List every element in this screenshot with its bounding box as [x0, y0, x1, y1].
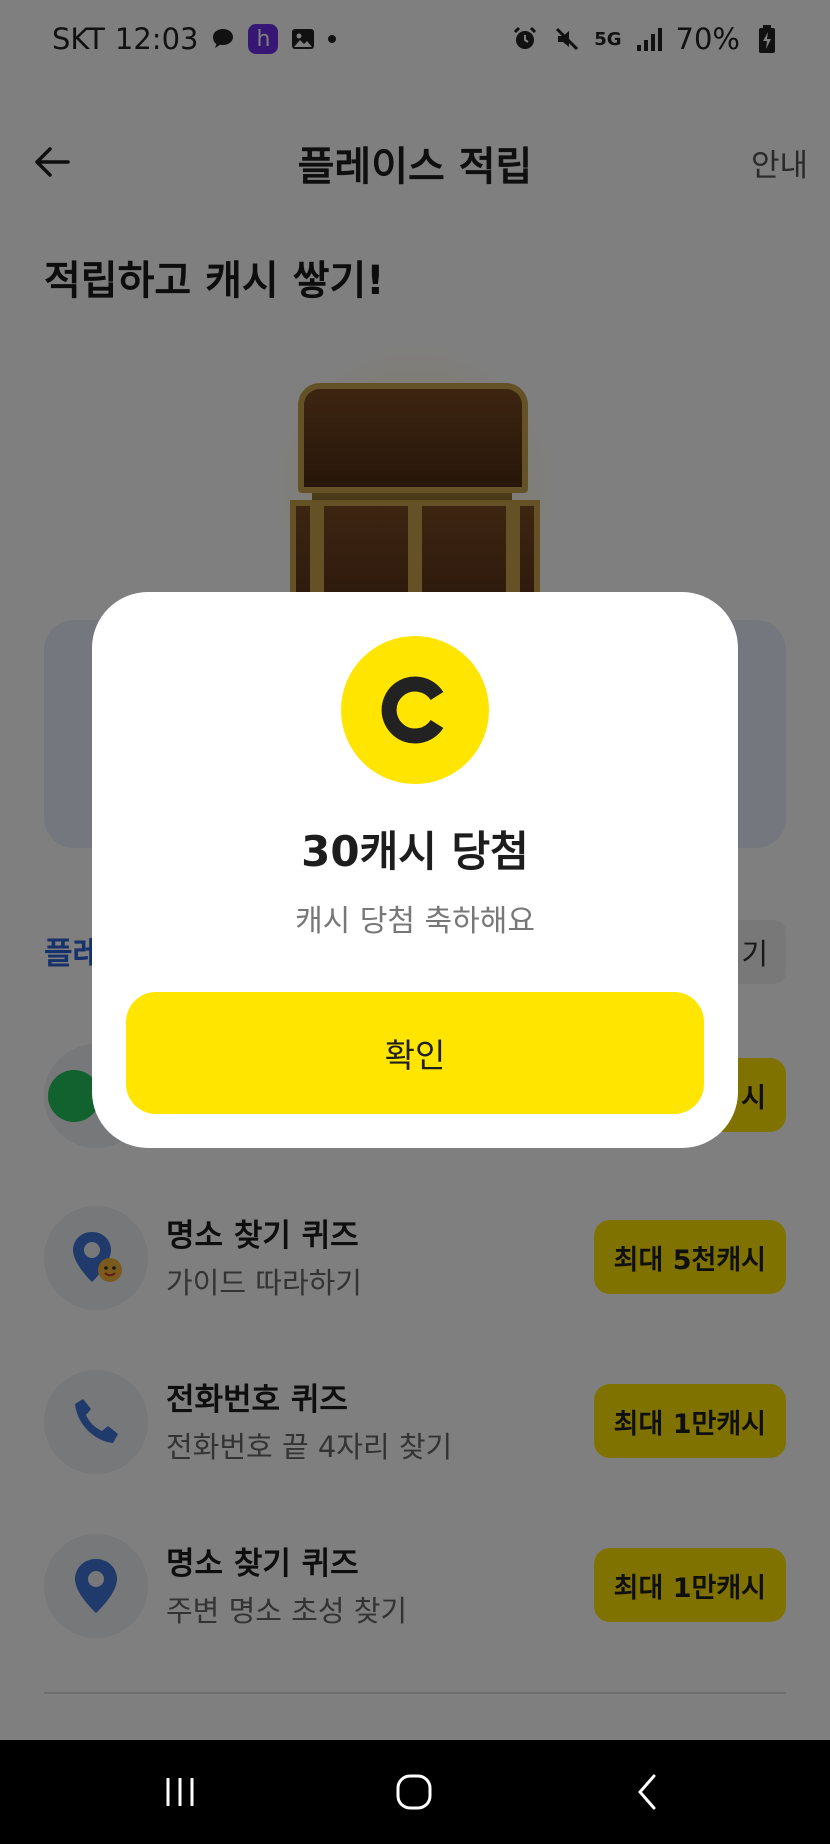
home-button[interactable]: [374, 1762, 454, 1822]
confirm-button[interactable]: 확인: [126, 992, 704, 1114]
chevron-left-icon: [638, 1774, 656, 1810]
reward-modal: 30캐시 당첨 캐시 당첨 축하해요 확인: [92, 592, 738, 1148]
cash-coin-icon: [341, 636, 489, 784]
home-icon: [396, 1774, 432, 1810]
app-screen: SKT 12:03 h 5G 70%: [0, 0, 830, 1740]
recent-apps-button[interactable]: [140, 1762, 220, 1822]
recent-apps-icon: [166, 1778, 194, 1806]
modal-title: 30캐시 당첨: [301, 827, 529, 876]
system-nav-bar: [0, 1740, 830, 1844]
back-nav-button[interactable]: [608, 1762, 688, 1822]
modal-subtitle: 캐시 당첨 축하해요: [295, 904, 535, 939]
